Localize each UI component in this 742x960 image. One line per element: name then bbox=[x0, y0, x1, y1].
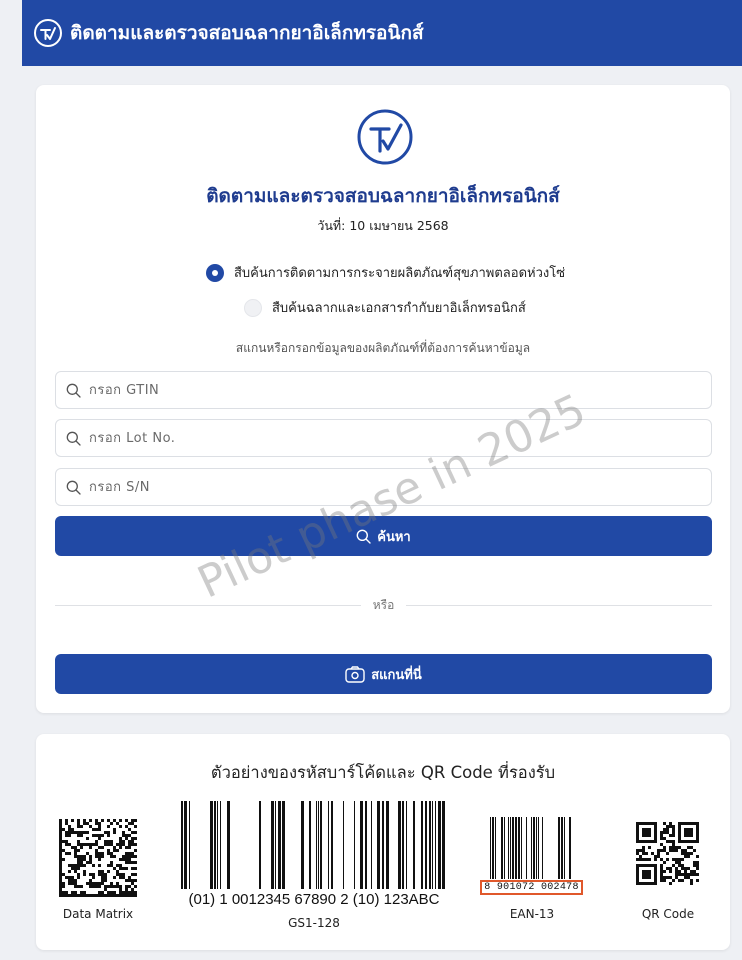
supported-codes-card: ตัวอย่างของรหัสบาร์โค้ดและ QR Code ที่รอ… bbox=[36, 734, 730, 950]
lot-field[interactable] bbox=[55, 419, 712, 457]
app-header: ติดตามและตรวจสอบฉลากยาอิเล็กทรอนิกส์ bbox=[22, 0, 742, 66]
radio-selected-icon[interactable] bbox=[206, 263, 224, 282]
gtin-input[interactable] bbox=[89, 382, 689, 398]
page-title: ติดตามและตรวจสอบฉลากยาอิเล็กทรอนิกส์ bbox=[206, 185, 560, 207]
search-icon bbox=[356, 529, 371, 544]
data-matrix-label: Data Matrix bbox=[62, 907, 134, 921]
gs1-128-label: GS1-128 bbox=[288, 916, 340, 930]
search-card: ติดตามและตรวจสอบฉลากยาอิเล็กทรอนิกส์ วัน… bbox=[36, 85, 730, 713]
instruction-text: สแกนหรือกรอกข้อมูลของผลิตภัณฑ์ที่ต้องการ… bbox=[235, 341, 531, 355]
radio-unselected-icon[interactable] bbox=[244, 298, 262, 317]
search-icon bbox=[66, 480, 81, 495]
tick-logo-icon bbox=[34, 19, 62, 47]
lot-input[interactable] bbox=[89, 430, 689, 446]
option-trace-supply-chain[interactable]: สืบค้นการติดตามการกระจายผลิตภัณฑ์สุขภาพต… bbox=[206, 262, 565, 283]
sn-input[interactable] bbox=[89, 479, 689, 495]
search-button-label: ค้นหา bbox=[377, 529, 411, 545]
ean-13-digits-highlight: 8 901072 002478 bbox=[480, 880, 583, 895]
or-divider: หรือ bbox=[55, 595, 712, 615]
qr-code-image bbox=[636, 822, 699, 885]
date-label: วันที่: 10 เมษายน 2568 bbox=[317, 218, 449, 233]
scan-button[interactable]: สแกนที่นี่ bbox=[55, 654, 712, 694]
camera-icon bbox=[345, 665, 365, 683]
divider-line bbox=[406, 604, 712, 606]
ean-13-barcode-image bbox=[490, 817, 571, 879]
gs1-128-barcode-image bbox=[181, 801, 445, 889]
option-search-eleaflet[interactable]: สืบค้นฉลากและเอกสารกำกับยาอิเล็กทรอนิกส์ bbox=[244, 297, 526, 318]
search-icon bbox=[66, 383, 81, 398]
option-label: สืบค้นฉลากและเอกสารกำกับยาอิเล็กทรอนิกส์ bbox=[272, 301, 526, 316]
codes-title: ตัวอย่างของรหัสบาร์โค้ดและ QR Code ที่รอ… bbox=[210, 763, 556, 782]
qr-code-label: QR Code bbox=[641, 907, 695, 921]
option-label: สืบค้นการติดตามการกระจายผลิตภัณฑ์สุขภาพต… bbox=[234, 266, 566, 281]
or-label: หรือ bbox=[372, 597, 395, 612]
gs1-128-text: (01) 1 0012345 67890 2 (10) 123ABC bbox=[188, 891, 440, 908]
search-icon bbox=[66, 431, 81, 446]
ean-13-label: EAN-13 bbox=[509, 907, 555, 921]
scan-button-label: สแกนที่นี่ bbox=[371, 667, 422, 683]
gtin-field[interactable] bbox=[55, 371, 712, 409]
sn-field[interactable] bbox=[55, 468, 712, 506]
data-matrix-image bbox=[59, 819, 137, 897]
divider-line bbox=[55, 604, 361, 606]
search-button[interactable]: ค้นหา bbox=[55, 516, 712, 556]
tick-logo-icon bbox=[357, 109, 413, 165]
header-title: ติดตามและตรวจสอบฉลากยาอิเล็กทรอนิกส์ bbox=[70, 22, 424, 44]
